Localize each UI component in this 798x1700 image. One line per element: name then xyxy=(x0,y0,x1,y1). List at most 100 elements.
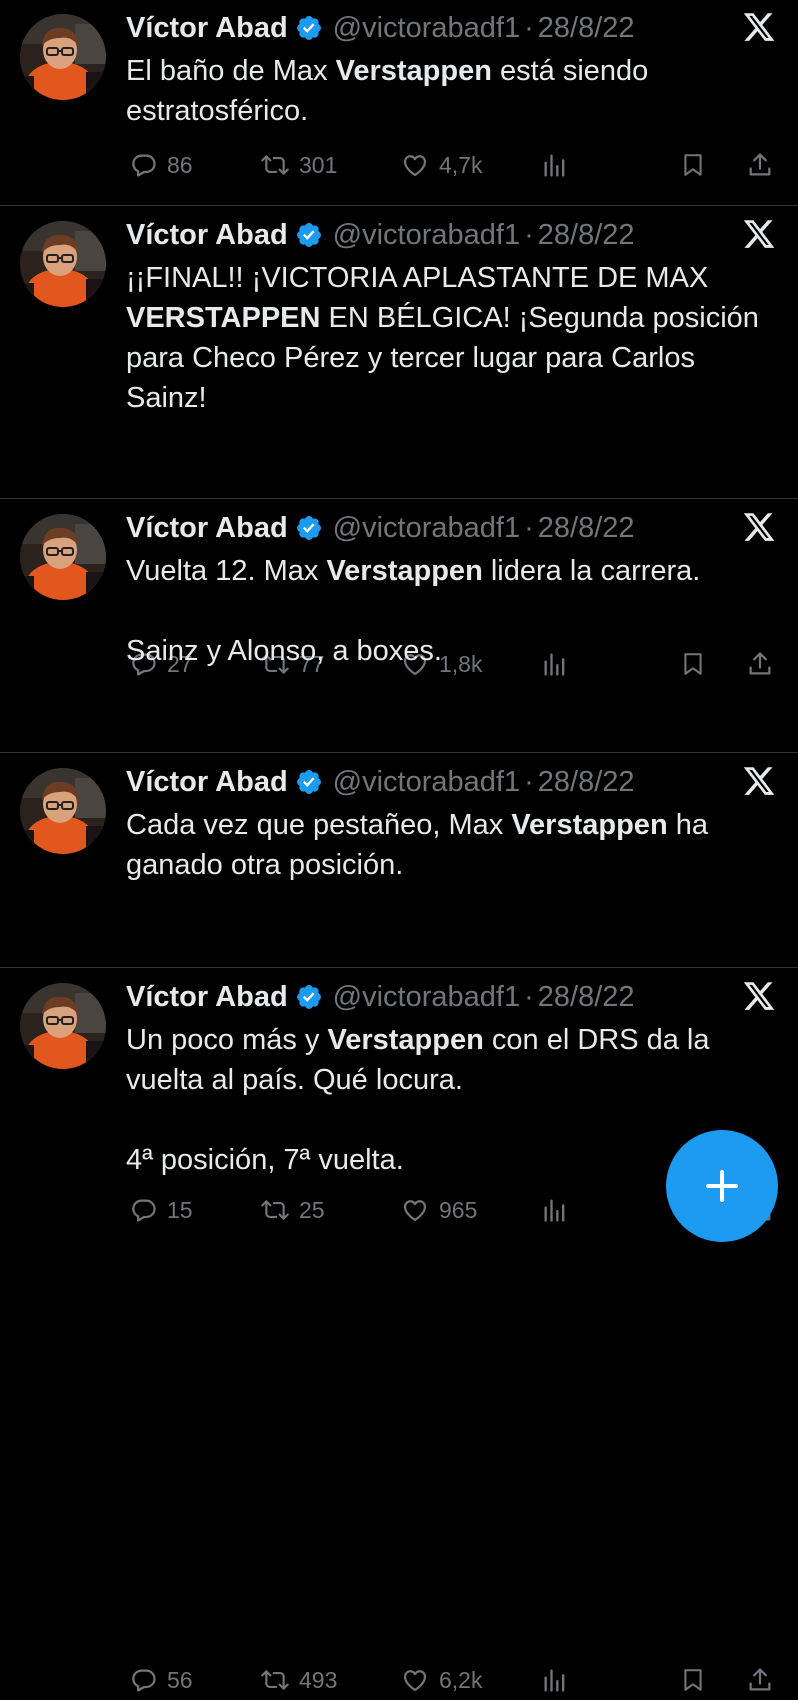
tweet-text-line: Vuelta 12. Max Verstappen lidera la carr… xyxy=(126,551,766,591)
action-bar: 56 493 6,2k xyxy=(126,1660,776,1700)
views-button[interactable] xyxy=(541,145,569,185)
x-logo-icon xyxy=(742,10,776,44)
avatar[interactable] xyxy=(20,983,106,1069)
bookmark-icon xyxy=(680,1666,706,1694)
verified-badge-icon xyxy=(295,768,323,796)
author-handle[interactable]: @victorabadf1 xyxy=(333,762,520,802)
retweet-icon xyxy=(260,1196,290,1224)
text-run: para Checo Pérez y tercer lugar para Car… xyxy=(126,342,695,374)
tweet-date[interactable]: 28/8/22 xyxy=(538,508,635,548)
avatar[interactable] xyxy=(20,14,106,100)
avatar[interactable] xyxy=(20,221,106,307)
separator-dot: · xyxy=(524,766,534,798)
tweet-header: Víctor Abad @victorabadf1 · 28/8/22 xyxy=(126,762,635,802)
text-run: con el DRS da la xyxy=(483,1024,710,1056)
text-run: está siendo xyxy=(491,55,649,87)
tweet-date[interactable]: 28/8/22 xyxy=(538,8,635,48)
x-logo-icon xyxy=(742,764,776,798)
reply-button[interactable]: 56 xyxy=(130,1660,193,1700)
tweet[interactable]: Víctor Abad @victorabadf1 · 28/8/22 Vuelta… xyxy=(0,500,798,1223)
author-handle[interactable]: @victorabadf1 xyxy=(333,977,520,1017)
x-logo-icon xyxy=(742,979,776,1013)
tweet[interactable]: Víctor Abad @victorabadf1 · 28/8/22 Cada v… xyxy=(0,754,798,1693)
tweet-header: Víctor Abad @victorabadf1 · 28/8/22 xyxy=(126,8,635,48)
views-button[interactable] xyxy=(541,1660,569,1700)
text-run: ¡¡FINAL!! ¡VICTORIA APLASTANTE DE MAX xyxy=(126,262,709,294)
reply-count: 15 xyxy=(167,1196,193,1223)
tweet-text: Vuelta 12. Max Verstappen lidera la carr… xyxy=(126,551,766,671)
reply-button[interactable]: 86 xyxy=(130,145,193,185)
tweet-header: Víctor Abad @victorabadf1 · 28/8/22 xyxy=(126,977,635,1017)
tweet-text-line: Sainz! xyxy=(126,378,766,418)
author-name[interactable]: Víctor Abad xyxy=(126,8,288,48)
like-count: 4,7k xyxy=(439,151,483,178)
author-handle[interactable]: @victorabadf1 xyxy=(333,215,520,255)
tweet-text: El baño de Max Verstappen está siendo est… xyxy=(126,51,766,131)
author-name[interactable]: Víctor Abad xyxy=(126,215,288,255)
tweet-header: Víctor Abad @victorabadf1 · 28/8/22 xyxy=(126,215,635,255)
tweet-text-line: ganado otra posición. xyxy=(126,845,766,885)
like-button[interactable]: 4,7k xyxy=(400,145,482,185)
tweet-text-line: El baño de Max Verstappen está siendo xyxy=(126,51,766,91)
reply-icon xyxy=(130,1196,158,1224)
action-bar: 86 301 4,7k xyxy=(126,145,776,185)
compose-button[interactable] xyxy=(666,1130,778,1242)
bookmark-button[interactable] xyxy=(680,145,706,185)
avatar[interactable] xyxy=(20,768,106,854)
bold-text: Verstappen xyxy=(511,809,668,841)
reply-icon xyxy=(130,1666,158,1694)
text-run: Sainz! xyxy=(126,382,207,414)
tweet-text-line: Cada vez que pestañeo, Max Verstappen ha xyxy=(126,805,766,845)
tweet-date[interactable]: 28/8/22 xyxy=(538,977,635,1017)
x-logo-icon xyxy=(742,217,776,251)
tweet-date[interactable]: 28/8/22 xyxy=(538,762,635,802)
bookmark-icon xyxy=(680,151,706,179)
tweet-text-line: ¡¡FINAL!! ¡VICTORIA APLASTANTE DE MAX xyxy=(126,258,766,298)
author-name[interactable]: Víctor Abad xyxy=(126,762,288,802)
heart-icon xyxy=(400,1666,430,1694)
bookmark-button[interactable] xyxy=(680,1660,706,1700)
verified-badge-icon xyxy=(295,514,323,542)
author-name[interactable]: Víctor Abad xyxy=(126,508,288,548)
retweet-icon xyxy=(260,151,290,179)
tweet-text-line: VERSTAPPEN EN BÉLGICA! ¡Segunda posición xyxy=(126,298,766,338)
plus-icon xyxy=(706,1170,738,1202)
bold-text: Verstappen xyxy=(335,55,492,87)
tweet-date[interactable]: 28/8/22 xyxy=(538,215,635,255)
author-handle[interactable]: @victorabadf1 xyxy=(333,8,520,48)
share-button[interactable] xyxy=(746,1660,774,1700)
separator-dot: · xyxy=(524,981,534,1013)
retweet-icon xyxy=(260,1666,290,1694)
divider xyxy=(0,752,798,753)
tweet-text-line: estratosférico. xyxy=(126,91,766,131)
like-button[interactable]: 6,2k xyxy=(400,1660,482,1700)
tweet-text-line: vuelta al país. Qué locura. xyxy=(126,1060,766,1100)
share-button[interactable] xyxy=(746,145,774,185)
tweet[interactable]: Víctor Abad @victorabadf1 · 28/8/22 El bañ… xyxy=(0,0,798,205)
like-count: 965 xyxy=(439,1196,478,1223)
text-run: ha xyxy=(667,809,708,841)
text-run: EN BÉLGICA! ¡Segunda posición xyxy=(320,302,759,334)
text-run: lidera la carrera. xyxy=(482,555,701,587)
separator-dot: · xyxy=(524,219,534,251)
retweet-button[interactable]: 493 xyxy=(260,1660,337,1700)
author-name[interactable]: Víctor Abad xyxy=(126,977,288,1017)
retweet-button[interactable]: 301 xyxy=(260,145,337,185)
views-icon xyxy=(541,151,569,179)
x-logo-icon xyxy=(742,510,776,544)
tweet-header: Víctor Abad @victorabadf1 · 28/8/22 xyxy=(126,508,635,548)
tweet-text: ¡¡FINAL!! ¡VICTORIA APLASTANTE DE MAX VER… xyxy=(126,258,766,418)
separator-dot: · xyxy=(524,512,534,544)
author-handle[interactable]: @victorabadf1 xyxy=(333,508,520,548)
separator-dot: · xyxy=(524,12,534,44)
retweet-count: 301 xyxy=(299,151,338,178)
tweet[interactable]: Víctor Abad @victorabadf1 · 28/8/22 ¡¡FINA… xyxy=(0,207,798,677)
divider xyxy=(0,498,798,499)
divider xyxy=(0,967,798,968)
tweet-text-line: para Checo Pérez y tercer lugar para Car… xyxy=(126,338,766,378)
heart-icon xyxy=(400,151,430,179)
retweet-count: 25 xyxy=(299,1196,325,1223)
share-icon xyxy=(746,151,774,179)
avatar[interactable] xyxy=(20,514,106,600)
tweet-text: Un poco más y Verstappen con el DRS da l… xyxy=(126,1020,766,1180)
